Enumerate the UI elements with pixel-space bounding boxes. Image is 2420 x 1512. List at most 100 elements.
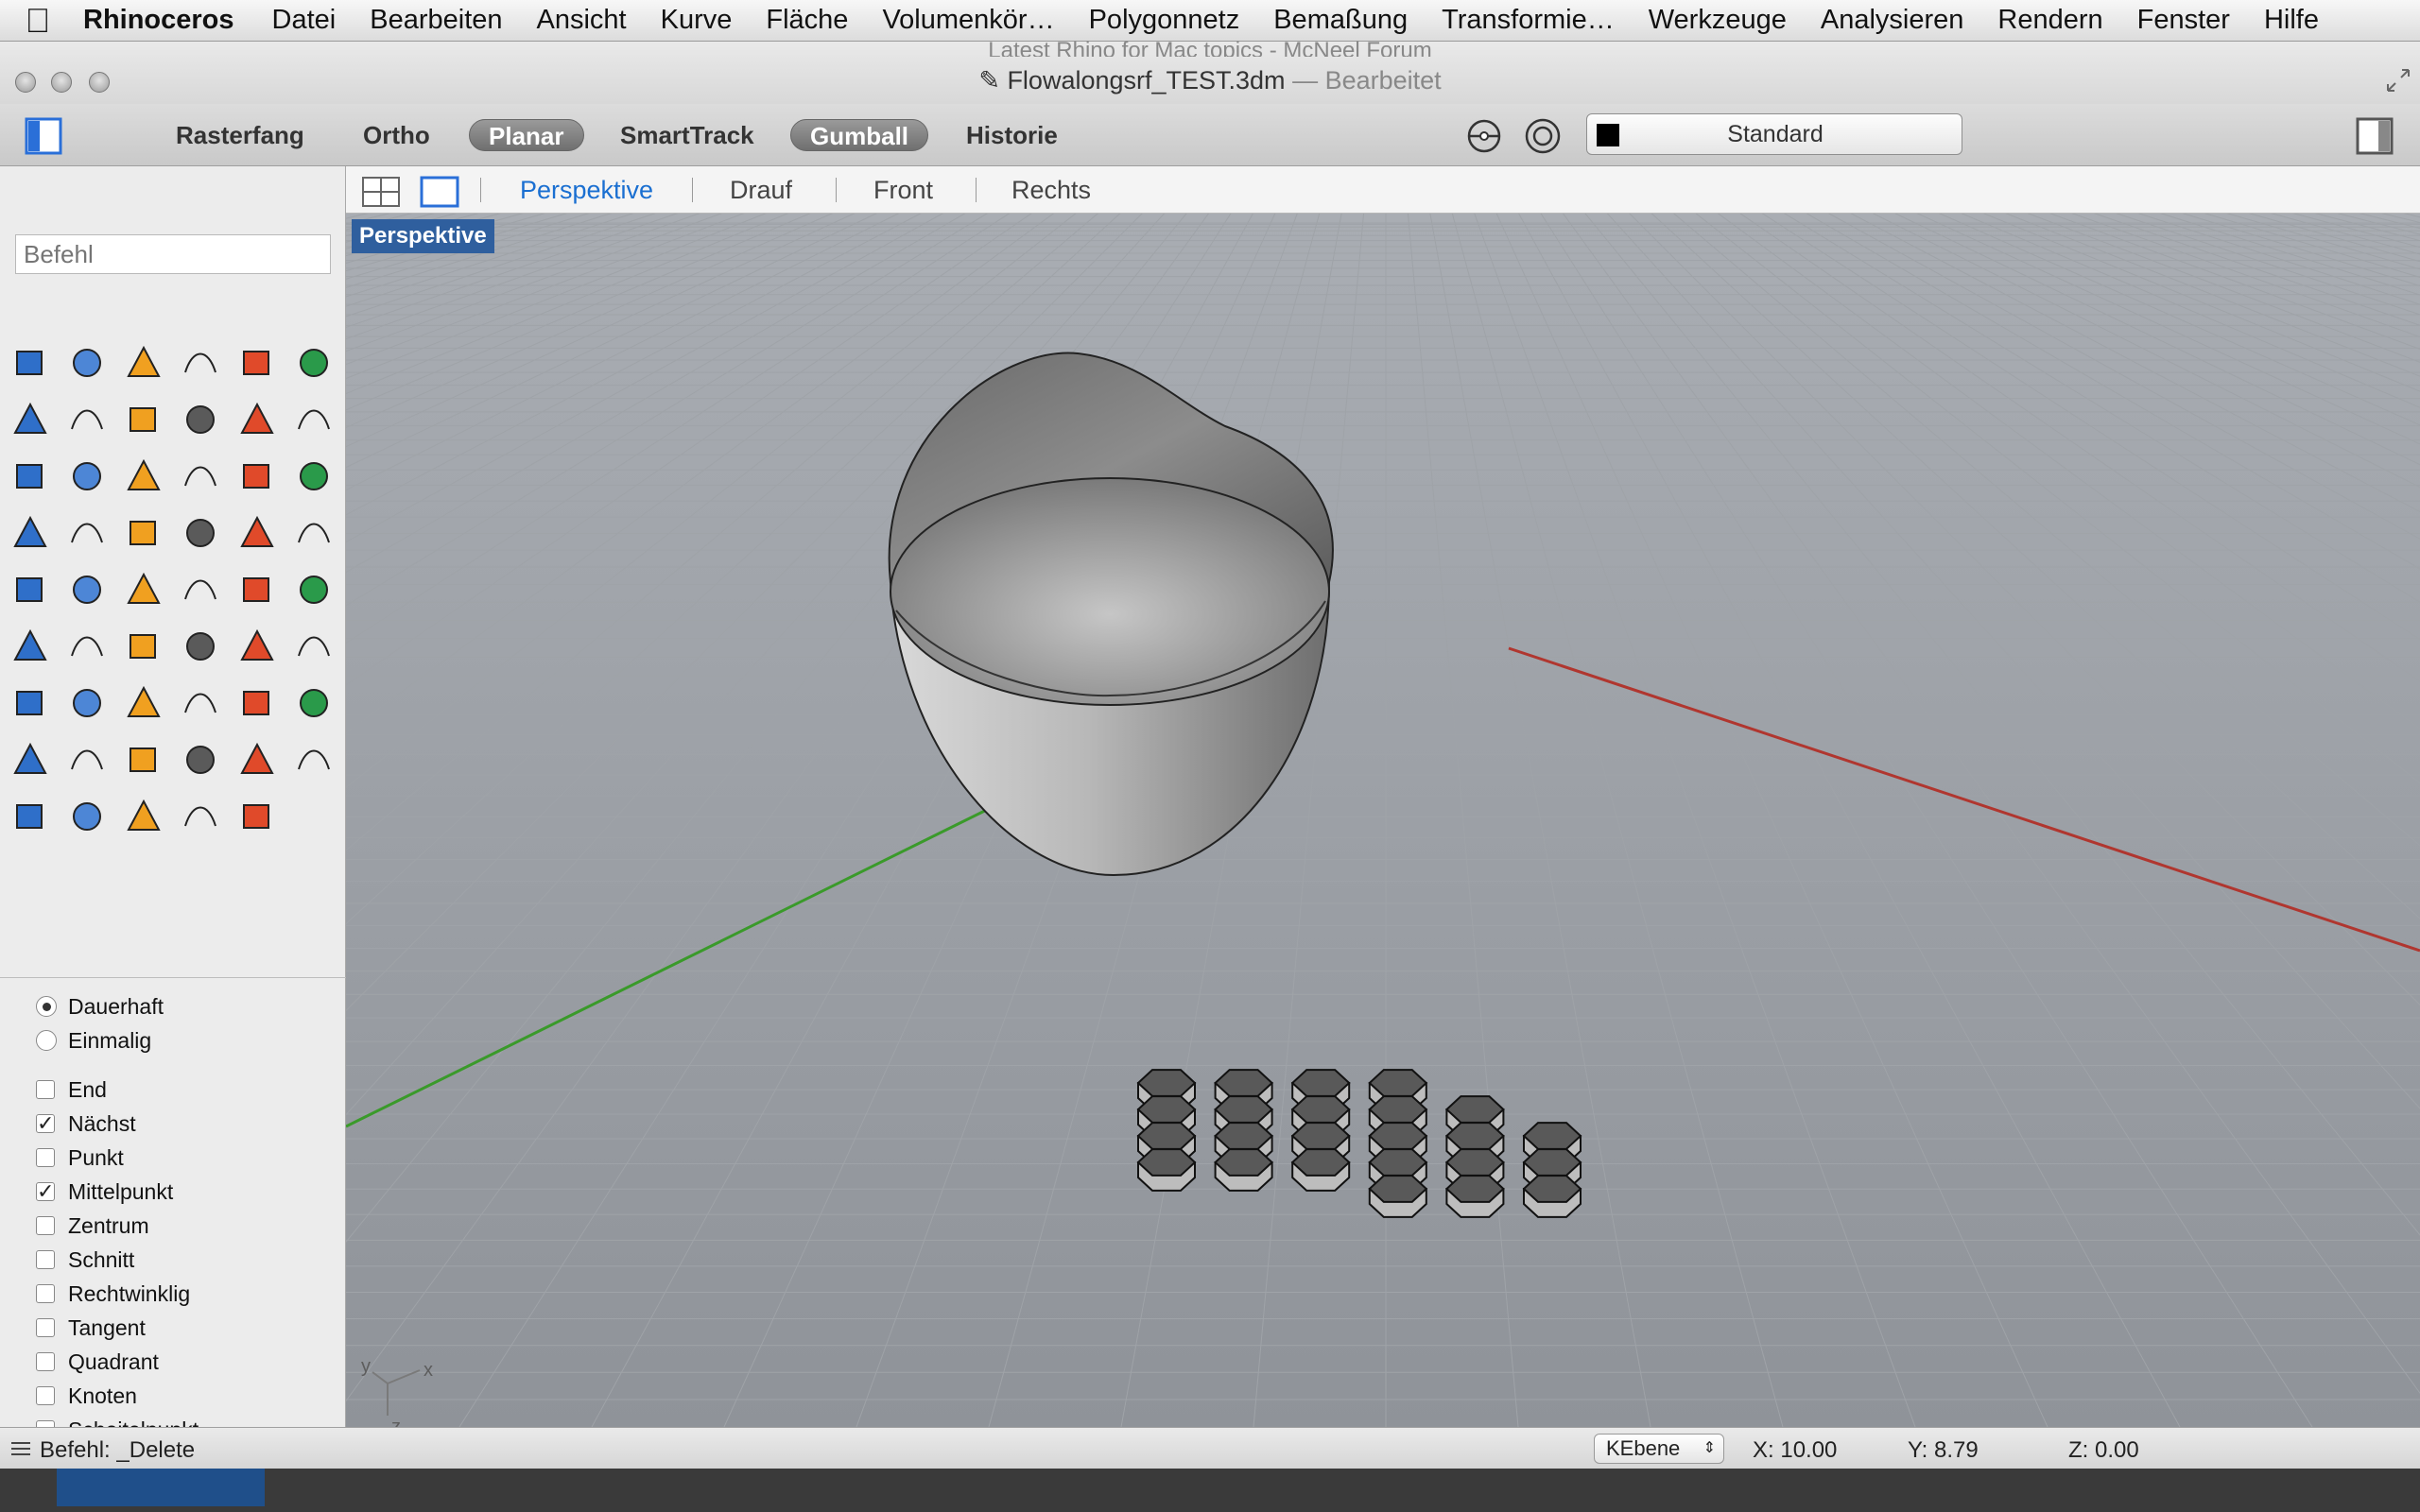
- cplane-select[interactable]: KEbene ⇕: [1594, 1434, 1724, 1464]
- checkbox[interactable]: [36, 1420, 55, 1427]
- four-viewports-icon[interactable]: [361, 176, 401, 208]
- checkbox[interactable]: [36, 1352, 55, 1371]
- menu-hilfe[interactable]: Hilfe: [2247, 5, 2336, 36]
- inspector-toggle-icon[interactable]: [2356, 117, 2394, 155]
- osnap-knoten[interactable]: Knoten: [36, 1381, 137, 1411]
- boolean-puzzle-icon[interactable]: [234, 454, 280, 499]
- rasterfang-toggle[interactable]: Rasterfang: [157, 119, 323, 151]
- cplane-icon[interactable]: [8, 737, 53, 782]
- osnap-punkt[interactable]: Punkt: [36, 1143, 124, 1173]
- checkbox-checked[interactable]: ✓: [36, 1113, 55, 1134]
- checkbox[interactable]: [36, 1216, 55, 1235]
- extrude-wave-icon[interactable]: [291, 567, 337, 612]
- light-icon[interactable]: [121, 737, 166, 782]
- surface-points-icon[interactable]: [234, 397, 280, 442]
- command-history-icon[interactable]: [9, 1439, 32, 1458]
- historie-toggle[interactable]: Historie: [947, 119, 1077, 151]
- radio-button[interactable]: [36, 996, 57, 1017]
- smarttrack-toggle[interactable]: SmartTrack: [601, 119, 773, 151]
- color-wheel-icon[interactable]: [291, 737, 337, 782]
- checkbox[interactable]: [36, 1284, 55, 1303]
- analyze-icon[interactable]: [234, 624, 280, 669]
- zoom-in-icon[interactable]: [8, 680, 53, 726]
- tab-front[interactable]: Front: [873, 176, 933, 205]
- cylinder-icon[interactable]: [121, 454, 166, 499]
- ortho-axes-icon[interactable]: [234, 794, 280, 839]
- box-icon[interactable]: [8, 454, 53, 499]
- checkbox[interactable]: [36, 1386, 55, 1405]
- menu-rendern[interactable]: Rendern: [1980, 5, 2119, 36]
- tab-perspektive[interactable]: Perspektive: [520, 176, 653, 205]
- mirror-icon[interactable]: [121, 624, 166, 669]
- osnap-mode-dauerhaft[interactable]: Dauerhaft: [36, 991, 164, 1022]
- arc-icon[interactable]: [8, 397, 53, 442]
- menu-transformieren[interactable]: Transformie…: [1425, 5, 1632, 36]
- record-history-icon[interactable]: [1524, 117, 1562, 155]
- fullscreen-icon[interactable]: [2386, 68, 2411, 93]
- extend-icon[interactable]: [234, 510, 280, 556]
- menu-kurve[interactable]: Kurve: [644, 5, 750, 36]
- menu-datei[interactable]: Datei: [255, 5, 354, 36]
- select-arrow-icon[interactable]: [8, 340, 53, 386]
- viewport-title-label[interactable]: Perspektive: [352, 219, 494, 253]
- menu-app-name[interactable]: Rhinoceros: [76, 5, 255, 36]
- grid-array-icon[interactable]: [8, 624, 53, 669]
- single-viewport-icon[interactable]: [420, 176, 459, 208]
- scale-icon[interactable]: [64, 567, 110, 612]
- title-bar[interactable]: Latest Rhino for Mac topics - McNeel For…: [0, 38, 2420, 104]
- osnap-rechtwinklig[interactable]: Rechtwinklig: [36, 1279, 190, 1309]
- menu-polygonnetz[interactable]: Polygonnetz: [1072, 5, 1257, 36]
- zoom-window-icon[interactable]: [64, 680, 110, 726]
- osnap-zentrum[interactable]: Zentrum: [36, 1211, 149, 1241]
- ortho-toggle[interactable]: Ortho: [344, 119, 449, 151]
- osnap-mode-einmalig[interactable]: Einmalig: [36, 1025, 151, 1056]
- osnap-icon[interactable]: [1465, 117, 1503, 155]
- menu-fenster[interactable]: Fenster: [2120, 5, 2247, 36]
- sidebar-toggle-icon[interactable]: [25, 117, 62, 155]
- explode-icon[interactable]: [291, 454, 337, 499]
- dimension-icon[interactable]: [178, 567, 223, 612]
- command-input[interactable]: [15, 234, 331, 274]
- render-sphere-icon[interactable]: [121, 794, 166, 839]
- menu-volumenkoerper[interactable]: Volumenkör…: [865, 5, 1071, 36]
- tab-drauf[interactable]: Drauf: [730, 176, 792, 205]
- array-icon[interactable]: [121, 567, 166, 612]
- rotate-view-icon[interactable]: [234, 680, 280, 726]
- checkbox-checked[interactable]: ✓: [36, 1181, 55, 1202]
- ellipse-icon[interactable]: [291, 340, 337, 386]
- zoom-selected-icon[interactable]: [178, 680, 223, 726]
- osnap-tangent[interactable]: Tangent: [36, 1313, 146, 1343]
- menu-analysieren[interactable]: Analysieren: [1804, 5, 1981, 36]
- osnap-quadrant[interactable]: Quadrant: [36, 1347, 159, 1377]
- perspective-viewport[interactable]: x y z Perspektive: [346, 214, 2420, 1427]
- gumball-toggle[interactable]: Gumball: [790, 119, 929, 151]
- surface-edge-icon[interactable]: [291, 397, 337, 442]
- osnap-schnitt[interactable]: Schnitt: [36, 1245, 134, 1275]
- offset-icon[interactable]: [291, 510, 337, 556]
- osnap-scheitelpunkt[interactable]: Scheitelpunkt: [36, 1415, 199, 1427]
- boolean-union-icon[interactable]: [121, 510, 166, 556]
- menu-flaeche[interactable]: Fläche: [749, 5, 865, 36]
- pick-icon[interactable]: [178, 794, 223, 839]
- grid-display-icon[interactable]: [64, 794, 110, 839]
- plane-surface-icon[interactable]: [178, 454, 223, 499]
- checkbox[interactable]: [36, 1148, 55, 1167]
- osnap-end[interactable]: End: [36, 1074, 107, 1105]
- checkbox[interactable]: [36, 1318, 55, 1337]
- trim-icon[interactable]: [8, 510, 53, 556]
- curve-icon[interactable]: [178, 340, 223, 386]
- rectangle-icon[interactable]: [64, 397, 110, 442]
- checkbox[interactable]: [36, 1080, 55, 1099]
- osnap-mittelpunkt[interactable]: ✓ Mittelpunkt: [36, 1177, 173, 1207]
- polyline-icon[interactable]: [121, 340, 166, 386]
- layer-icon[interactable]: [234, 737, 280, 782]
- gumball-icon[interactable]: [64, 737, 110, 782]
- wireframe-display-icon[interactable]: [8, 794, 53, 839]
- fillet-icon[interactable]: [178, 397, 223, 442]
- split-icon[interactable]: [64, 510, 110, 556]
- text-icon[interactable]: [8, 567, 53, 612]
- menu-bemassung[interactable]: Bemaßung: [1256, 5, 1425, 36]
- car-named-view-icon[interactable]: [291, 680, 337, 726]
- align-icon[interactable]: [64, 624, 110, 669]
- extrude-box-icon[interactable]: [234, 567, 280, 612]
